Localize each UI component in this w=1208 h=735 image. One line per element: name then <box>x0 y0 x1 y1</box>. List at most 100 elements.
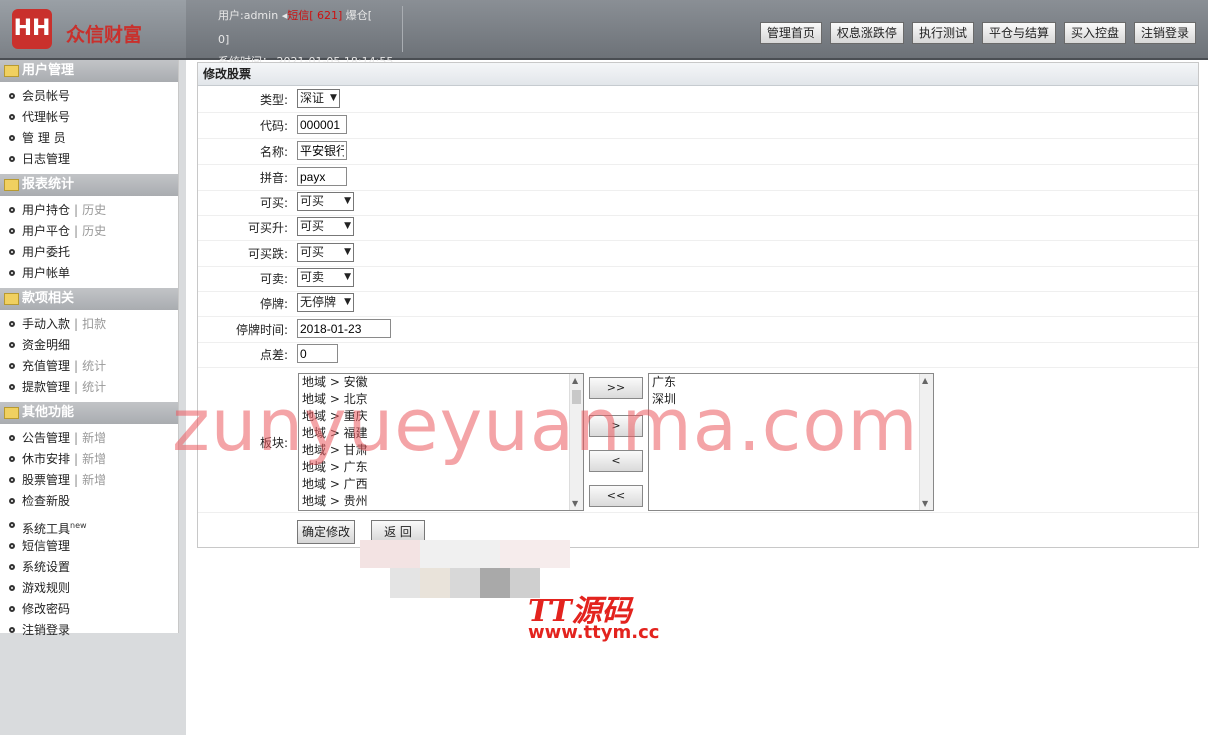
list-item[interactable]: 地域 > 重庆 <box>299 408 583 425</box>
list-item[interactable]: 地域 > 北京 <box>299 391 583 408</box>
buy-up-label: 可买升: <box>247 221 288 235</box>
spread-input[interactable] <box>297 344 338 363</box>
selected-sectors-list[interactable]: 广东 深圳 ▲ ▼ <box>648 373 934 511</box>
suspend-select[interactable]: 无停牌 ▼ <box>297 293 354 312</box>
sidebar-item-game-rules[interactable]: 游戏规则 <box>0 578 178 599</box>
sidebar-sublink-history[interactable]: 历史 <box>82 224 106 238</box>
selected-scrollbar[interactable]: ▲ ▼ <box>919 374 933 510</box>
pinyin-input[interactable] <box>297 167 347 186</box>
list-item[interactable]: 深圳 <box>649 391 933 408</box>
chevron-down-icon: ▼ <box>330 93 337 103</box>
nav-logout-button[interactable]: 注销登录 <box>1133 22 1196 44</box>
sidebar-item-manual-deposit[interactable]: 手动入款 | 扣款 <box>0 314 178 335</box>
sidebar-item-check-new-stocks[interactable]: 检查新股 <box>0 491 178 512</box>
scroll-thumb[interactable] <box>572 390 581 404</box>
sidebar-item-user-bills[interactable]: 用户帐单 <box>0 263 178 284</box>
list-item[interactable]: 地域 > 广西 <box>299 476 583 493</box>
sidebar-sublink-new[interactable]: 新增 <box>82 473 106 487</box>
folder-icon <box>4 293 19 305</box>
sidebar-menu: 用户管理 会员帐号 代理帐号 管 理 员 日志管理 报表统计 用户持仓 | 历史 用… <box>0 60 179 637</box>
available-scrollbar[interactable]: ▲ ▼ <box>569 374 583 510</box>
nav-run-test-button[interactable]: 执行测试 <box>911 22 974 44</box>
bullet-icon <box>9 228 15 234</box>
sidebar-item-fund-details[interactable]: 资金明细 <box>0 335 178 356</box>
row-sector: 板块: 地域 > 安徽 地域 > 北京 地域 > 重庆 地域 > 福建 地域 >… <box>198 368 1198 513</box>
suspend-time-input[interactable] <box>297 319 391 338</box>
nav-admin-home-button[interactable]: 管理首页 <box>759 22 822 44</box>
sidebar-sublink-new[interactable]: 新增 <box>82 431 106 445</box>
sidebar-item-stock-management[interactable]: 股票管理 | 新增 <box>0 470 178 491</box>
chevron-down-icon: ▼ <box>344 196 351 206</box>
sidebar-item-system-tools[interactable]: 系统工具new <box>0 515 178 536</box>
sidebar-item-agent-accounts[interactable]: 代理帐号 <box>0 107 178 128</box>
type-select[interactable]: 深证 ▼ <box>297 89 340 108</box>
add-all-button[interactable]: >> <box>589 377 643 399</box>
list-item[interactable]: 地域 > 广东 <box>299 459 583 476</box>
sidebar-item-announcements[interactable]: 公告管理 | 新增 <box>0 428 178 449</box>
nav-limit-button[interactable]: 权息涨跌停 <box>829 22 904 44</box>
buy-up-select[interactable]: 可买 ▼ <box>297 217 354 236</box>
list-item[interactable]: 广东 <box>649 374 933 391</box>
row-buyable: 可买: 可买 ▼ <box>198 190 1198 216</box>
code-input[interactable] <box>297 115 347 134</box>
back-button[interactable]: 返 回 <box>371 520 425 544</box>
sidebar-sublink-stats[interactable]: 统计 <box>82 380 106 394</box>
sidebar-sublink-stats[interactable]: 统计 <box>82 359 106 373</box>
sidebar-item-admins[interactable]: 管 理 员 <box>0 128 178 149</box>
sidebar-item-logs[interactable]: 日志管理 <box>0 149 178 170</box>
chevron-down-icon: ▼ <box>344 272 351 282</box>
sidebar-item-member-accounts[interactable]: 会员帐号 <box>0 86 178 107</box>
section-funds[interactable]: 款项相关 <box>0 288 178 310</box>
sidebar-item-user-positions[interactable]: 用户持仓 | 历史 <box>0 200 178 221</box>
sidebar-item-market-holidays[interactable]: 休市安排 | 新增 <box>0 449 178 470</box>
scroll-down-icon[interactable]: ▼ <box>922 499 928 508</box>
section-other[interactable]: 其他功能 <box>0 402 178 424</box>
scroll-down-icon[interactable]: ▼ <box>572 499 578 508</box>
chevron-down-icon: ▼ <box>344 221 351 231</box>
available-sectors-list[interactable]: 地域 > 安徽 地域 > 北京 地域 > 重庆 地域 > 福建 地域 > 甘肃 … <box>298 373 584 511</box>
submit-button[interactable]: 确定修改 <box>297 520 356 544</box>
sidebar-item-system-settings[interactable]: 系统设置 <box>0 557 178 578</box>
sidebar-item-user-orders[interactable]: 用户委托 <box>0 242 178 263</box>
list-item[interactable]: 地域 > 贵州 <box>299 493 583 510</box>
add-button[interactable]: > <box>589 415 643 437</box>
sidebar-item-logout[interactable]: 注销登录 <box>0 620 178 641</box>
list-item[interactable]: 地域 > 甘肃 <box>299 442 583 459</box>
buy-down-select[interactable]: 可买 ▼ <box>297 243 354 262</box>
sidebar-item-change-password[interactable]: 修改密码 <box>0 599 178 620</box>
buyable-label: 可买: <box>259 196 288 210</box>
sidebar-item-withdraw[interactable]: 提款管理 | 统计 <box>0 377 178 398</box>
list-item[interactable]: 地域 > 福建 <box>299 425 583 442</box>
bullet-icon <box>9 498 15 504</box>
scroll-up-icon[interactable]: ▲ <box>572 376 578 385</box>
scroll-up-icon[interactable]: ▲ <box>922 376 928 385</box>
row-code: 代码: <box>198 113 1198 139</box>
bullet-icon <box>9 627 15 633</box>
nav-settle-button[interactable]: 平仓与结算 <box>981 22 1056 44</box>
sidebar-item-recharge[interactable]: 充值管理 | 统计 <box>0 356 178 377</box>
section-reports[interactable]: 报表统计 <box>0 174 178 196</box>
name-input[interactable] <box>297 141 347 160</box>
bullet-icon <box>9 114 15 120</box>
row-spread: 点差: <box>198 342 1198 368</box>
section-user-management[interactable]: 用户管理 <box>0 60 178 82</box>
remove-button[interactable]: < <box>589 450 643 472</box>
suspend-time-label: 停牌时间: <box>235 323 288 337</box>
sms-link[interactable]: 短信[ 621] <box>287 9 342 22</box>
sidebar-sublink-history[interactable]: 历史 <box>82 203 106 217</box>
chevron-down-icon: ▼ <box>344 247 351 257</box>
row-buy-up: 可买升: 可买 ▼ <box>198 215 1198 241</box>
sellable-select[interactable]: 可卖 ▼ <box>297 268 354 287</box>
nav-buy-control-button[interactable]: 买入控盘 <box>1063 22 1126 44</box>
top-header: HH 众信财富 用户:admin ◂短信[ 621] 爆仓[ 0] 系统时间： … <box>0 0 1208 68</box>
sidebar-item-sms-management[interactable]: 短信管理 <box>0 536 178 557</box>
bullet-icon <box>9 363 15 369</box>
list-item[interactable]: 地域 > 安徽 <box>299 374 583 391</box>
sidebar-sublink-deduct[interactable]: 扣款 <box>82 317 106 331</box>
sidebar-item-user-closed[interactable]: 用户平仓 | 历史 <box>0 221 178 242</box>
sidebar-sublink-new[interactable]: 新增 <box>82 452 106 466</box>
bullet-icon <box>9 384 15 390</box>
remove-all-button[interactable]: << <box>589 485 643 507</box>
buyable-select[interactable]: 可买 ▼ <box>297 192 354 211</box>
sector-label: 板块: <box>259 436 288 450</box>
